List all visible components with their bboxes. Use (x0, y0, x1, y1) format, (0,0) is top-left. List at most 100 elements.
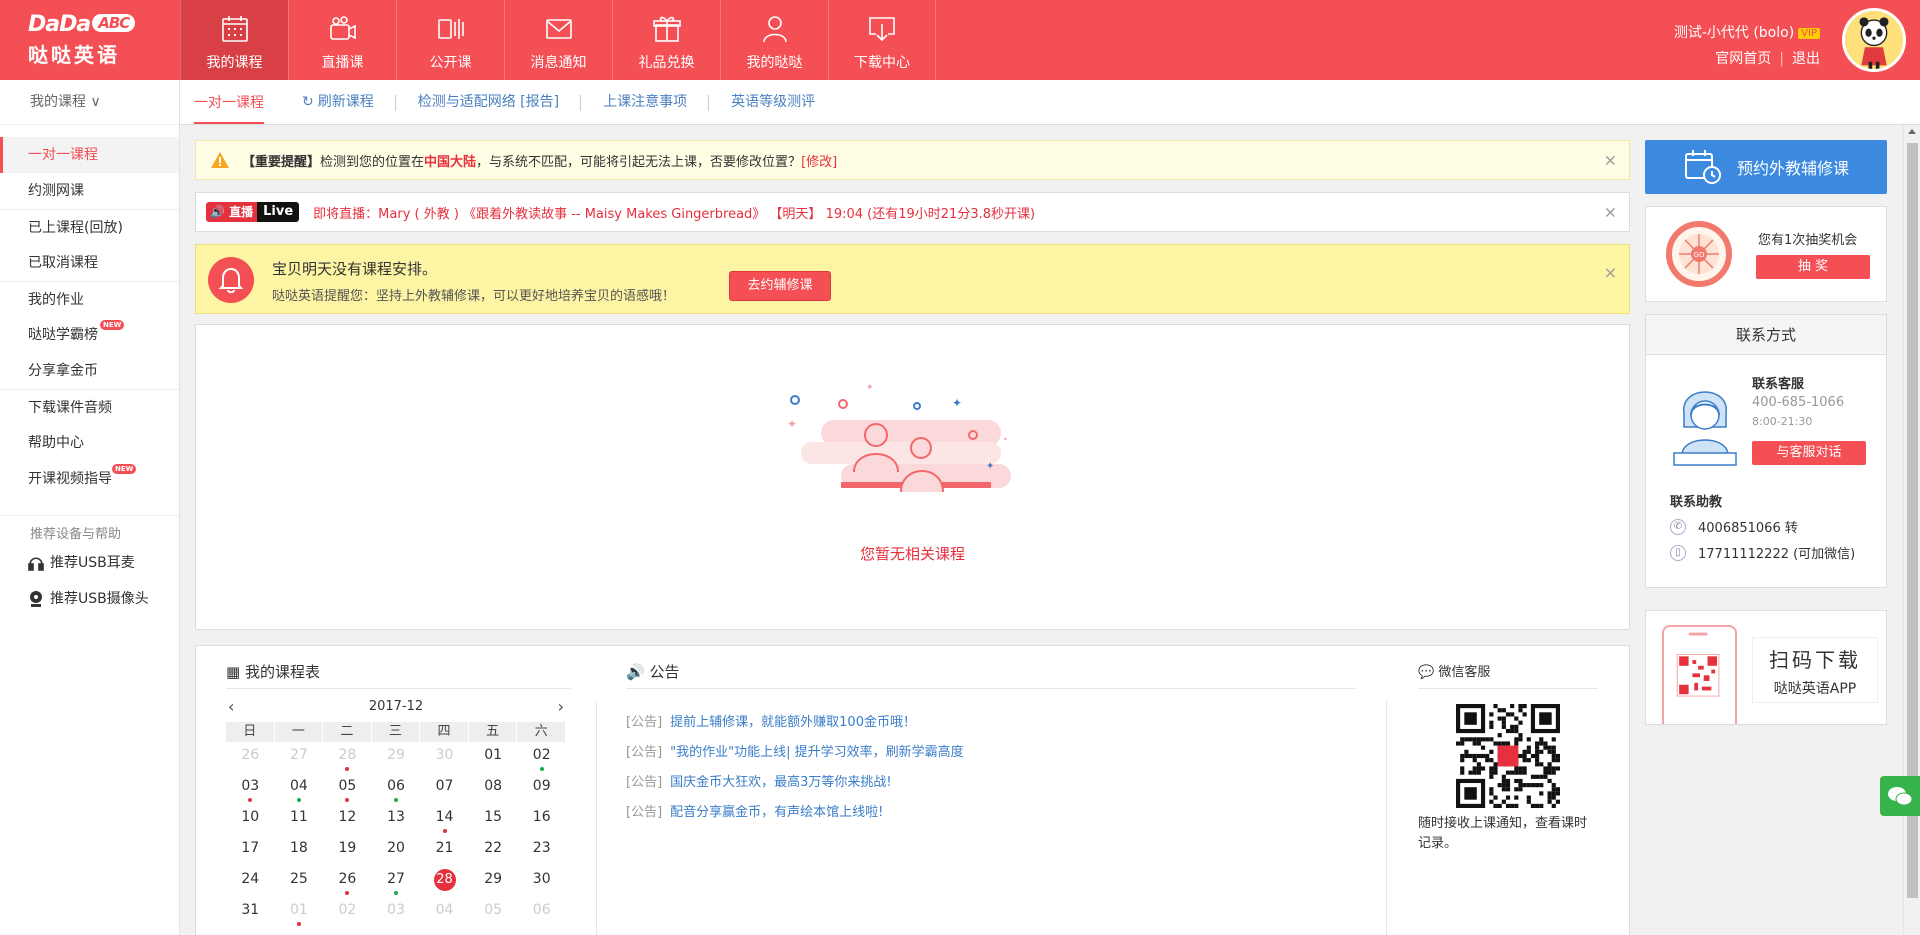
calendar-day[interactable]: 19 (323, 835, 372, 866)
sidebar-item-usb-webcam[interactable]: 推荐USB摄像头 (0, 581, 179, 617)
calendar-day[interactable]: 16 (517, 804, 566, 835)
sidebar-item-download-audio[interactable]: 下载课件音频 (0, 389, 179, 425)
sidebar-header[interactable]: 我的课程 ∨ (0, 80, 179, 125)
calendar-day[interactable]: 30 (517, 866, 566, 897)
calendar-day[interactable]: 23 (517, 835, 566, 866)
calendar-day[interactable]: 03 (226, 773, 275, 804)
tab-refresh[interactable]: ↻ 刷新课程 (280, 80, 396, 125)
logo-text: DaDa (28, 12, 91, 37)
sidebar-item-cancelled[interactable]: 已取消课程 (0, 245, 179, 281)
calendar-day[interactable]: 25 (275, 866, 324, 897)
sidebar-item-replay[interactable]: 已上课程(回放) (0, 209, 179, 245)
calendar-day-number: 29 (387, 747, 405, 763)
calendar-day[interactable]: 06 (372, 773, 421, 804)
calendar-day[interactable]: 05 (323, 773, 372, 804)
calendar-day[interactable]: 12 (323, 804, 372, 835)
calendar-day[interactable]: 27 (372, 866, 421, 897)
live-text[interactable]: 即将直播：Mary ( 外教 ) 《跟着外教读故事 -- Maisy Makes… (313, 203, 1035, 222)
book-minor-class-button[interactable]: 去约辅修课 (729, 271, 831, 301)
calendar-day[interactable]: 27 (275, 742, 324, 773)
calendar-day[interactable]: 30 (420, 742, 469, 773)
close-icon[interactable]: × (1604, 263, 1617, 282)
calendar-day[interactable]: 22 (469, 835, 518, 866)
official-home-link[interactable]: 官网首页 (1715, 51, 1771, 67)
book-foreign-teacher-button[interactable]: 预约外教辅修课 (1645, 140, 1887, 194)
calendar-day[interactable]: 01 (469, 742, 518, 773)
calendar-day[interactable]: 28 (323, 742, 372, 773)
logout-link[interactable]: 退出 (1792, 51, 1820, 67)
weekday-header: 三 (371, 722, 421, 742)
nav-my-courses[interactable]: 我的课程 (180, 0, 288, 80)
list-item[interactable]: [公告] 配音分享赢金币，有声绘本馆上线啦! (626, 798, 964, 828)
sidebar-item-leaderboard[interactable]: 哒哒学霸榜 NEW (0, 317, 179, 353)
tab-class-notes[interactable]: 上课注意事项 (581, 80, 710, 125)
list-item[interactable]: [公告] 国庆金币大狂欢，最高3万等你来挑战! (626, 768, 964, 798)
sidebar-item-homework[interactable]: 我的作业 (0, 281, 179, 317)
user-name[interactable]: 测试-小代代 (bolo) (1674, 22, 1794, 42)
calendar-day[interactable]: 11 (275, 804, 324, 835)
close-icon[interactable]: × (1604, 203, 1617, 222)
close-icon[interactable]: × (1604, 151, 1617, 170)
tab-network-check[interactable]: 检测与适配网络 [报告] (396, 80, 582, 125)
calendar-day[interactable]: 08 (469, 773, 518, 804)
calendar-day[interactable]: 21 (420, 835, 469, 866)
calendar-day[interactable]: 14 (420, 804, 469, 835)
nav-download-center[interactable]: 下载中心 (828, 0, 936, 80)
calendar-day[interactable]: 20 (372, 835, 421, 866)
chevron-left-icon[interactable]: ‹ (226, 697, 236, 716)
calendar-day[interactable]: 05 (469, 897, 518, 928)
calendar-day[interactable]: 24 (226, 866, 275, 897)
warning-title: 【重要提醒】 (242, 154, 321, 170)
nav-open-class[interactable]: 公开课 (396, 0, 504, 80)
calendar-day[interactable]: 13 (372, 804, 421, 835)
calendar-day[interactable]: 01 (275, 897, 324, 928)
sidebar-item-test-class[interactable]: 约测网课 (0, 173, 179, 209)
calendar-day[interactable]: 10 (226, 804, 275, 835)
calendar-day[interactable]: 03 (372, 897, 421, 928)
calendar-day[interactable]: 04 (420, 897, 469, 928)
scroll-up-icon[interactable] (1908, 129, 1916, 134)
live-badge-cn-label: 直播 (229, 205, 254, 219)
calendar-day-today[interactable]: 28 (420, 866, 469, 897)
calendar-day[interactable]: 09 (517, 773, 566, 804)
calendar-day[interactable]: 26 (323, 866, 372, 897)
calendar-day[interactable]: 29 (469, 866, 518, 897)
chevron-right-icon[interactable]: › (556, 697, 566, 716)
avatar[interactable] (1842, 8, 1906, 72)
nav-gift-exchange[interactable]: 礼品兑换 (612, 0, 720, 80)
calendar-day[interactable]: 29 (372, 742, 421, 773)
weekday-header: 日 (226, 722, 275, 742)
calendar-day[interactable]: 15 (469, 804, 518, 835)
calendar-day[interactable]: 02 (517, 742, 566, 773)
sidebar-item-video-guide[interactable]: 开课视频指导 NEW (0, 461, 179, 497)
chat-with-service-button[interactable]: 与客服对话 (1752, 441, 1866, 465)
lottery-button[interactable]: 抽 奖 (1756, 255, 1870, 279)
calendar-day[interactable]: 04 (275, 773, 324, 804)
sidebar-item-one-on-one[interactable]: 一对一课程 (0, 137, 179, 173)
warning-location: 中国大陆 (424, 154, 477, 170)
calendar-day[interactable]: 26 (226, 742, 275, 773)
modify-location-link[interactable]: [修改] (801, 151, 837, 170)
list-item[interactable]: [公告] "我的作业"功能上线| 提升学习效率，刷新学霸高度 (626, 738, 964, 768)
sidebar-item-usb-headset[interactable]: 推荐USB耳麦 (0, 545, 179, 581)
sidebar-item-share-coins[interactable]: 分享拿金币 (0, 353, 179, 389)
tab-one-on-one[interactable]: 一对一课程 (194, 80, 264, 124)
tab-level-test[interactable]: 英语等级测评 (709, 80, 837, 125)
sidebar-item-help[interactable]: 帮助中心 (0, 425, 179, 461)
nav-messages[interactable]: 消息通知 (504, 0, 612, 80)
calendar-day[interactable]: 07 (420, 773, 469, 804)
customer-service-title: 联系客服 (1752, 377, 1805, 392)
list-item[interactable]: [公告] 提前上辅修课，就能额外赚取100金币哦！ (626, 708, 964, 738)
bottom-panel: ▦ 我的课程表 ‹ 2017-12 › 日一二三四五六 26 27 28 29 30 01 0… (195, 645, 1630, 935)
calendar-day[interactable]: 06 (517, 897, 566, 928)
nav-live-class[interactable]: 直播课 (288, 0, 396, 80)
calendar-day[interactable]: 31 (226, 897, 275, 928)
floating-wechat-button[interactable] (1880, 776, 1920, 816)
calendar-day[interactable]: 17 (226, 835, 275, 866)
nav-my-dada[interactable]: 我的哒哒 (720, 0, 828, 80)
calendar-day[interactable]: 18 (275, 835, 324, 866)
calendar-day[interactable]: 02 (323, 897, 372, 928)
dada-logo[interactable]: DaDa ABC 哒哒英语 (28, 12, 148, 68)
announcement-list: [公告] 提前上辅修课，就能额外赚取100金币哦！ [公告] "我的作业"功能上线|… (626, 708, 964, 828)
wechat-qr-code (1456, 704, 1560, 808)
